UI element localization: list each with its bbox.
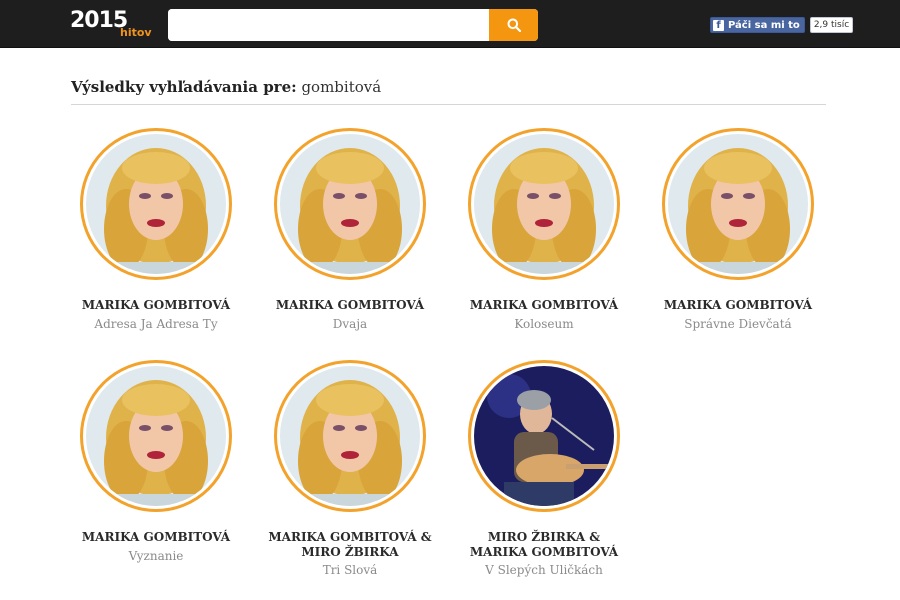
search-icon xyxy=(507,18,521,32)
facebook-like-count: 2,9 tisíc xyxy=(809,17,854,33)
miro-portrait-image xyxy=(474,366,614,506)
artist-photo[interactable] xyxy=(468,128,620,280)
song-title[interactable]: Dvaja xyxy=(265,317,435,332)
artist-photo[interactable] xyxy=(80,128,232,280)
artist-name[interactable]: MARIKA GOMBITOVÁ xyxy=(265,298,435,313)
artist-photo[interactable] xyxy=(662,128,814,280)
artist-photo[interactable] xyxy=(274,360,426,512)
song-title[interactable]: Vyznanie xyxy=(71,549,241,564)
artist-name[interactable]: MARIKA GOMBITOVÁ xyxy=(71,298,241,313)
artist-photo[interactable] xyxy=(274,128,426,280)
marika-portrait-image xyxy=(280,134,420,274)
marika-portrait-image xyxy=(668,134,808,274)
artist-photo[interactable] xyxy=(468,360,620,512)
facebook-like-label: Páči sa mi to xyxy=(728,19,800,31)
artist-name[interactable]: MARIKA GOMBITOVÁ & MIRO ŽBIRKA xyxy=(265,530,435,560)
marika-portrait-image xyxy=(86,134,226,274)
logo-sub: hitov xyxy=(120,26,152,39)
song-title[interactable]: Správne Dievčatá xyxy=(653,317,823,332)
marika-portrait-image xyxy=(280,366,420,506)
search-bar xyxy=(168,9,538,41)
results-heading-label: Výsledky vyhľadávania pre: xyxy=(71,78,297,96)
search-button[interactable] xyxy=(489,9,538,41)
results-heading: Výsledky vyhľadávania pre: gombitová xyxy=(71,78,826,105)
facebook-like-widget: f Páči sa mi to 2,9 tisíc xyxy=(710,17,854,33)
logo-year: 2015 xyxy=(70,8,128,33)
marika-portrait-image xyxy=(86,366,226,506)
song-title[interactable]: Adresa Ja Adresa Ty xyxy=(71,317,241,332)
results-query: gombitová xyxy=(301,78,382,96)
artist-name[interactable]: MIRO ŽBIRKA & MARIKA GOMBITOVÁ xyxy=(459,530,629,560)
artist-photo[interactable] xyxy=(80,360,232,512)
artist-name[interactable]: MARIKA GOMBITOVÁ xyxy=(71,530,241,545)
facebook-like-button[interactable]: f Páči sa mi to xyxy=(710,17,805,33)
facebook-icon: f xyxy=(713,19,724,31)
artist-name[interactable]: MARIKA GOMBITOVÁ xyxy=(459,298,629,313)
search-input[interactable] xyxy=(168,9,489,41)
artist-name[interactable]: MARIKA GOMBITOVÁ xyxy=(653,298,823,313)
site-logo[interactable]: 2015 hitov xyxy=(70,8,152,42)
top-bar: 2015 hitov f Páči sa mi to 2,9 tisíc xyxy=(0,0,900,48)
song-title[interactable]: V Slepých Uličkách xyxy=(459,563,629,578)
song-title[interactable]: Koloseum xyxy=(459,317,629,332)
song-title[interactable]: Tri Slová xyxy=(265,563,435,578)
marika-portrait-image xyxy=(474,134,614,274)
